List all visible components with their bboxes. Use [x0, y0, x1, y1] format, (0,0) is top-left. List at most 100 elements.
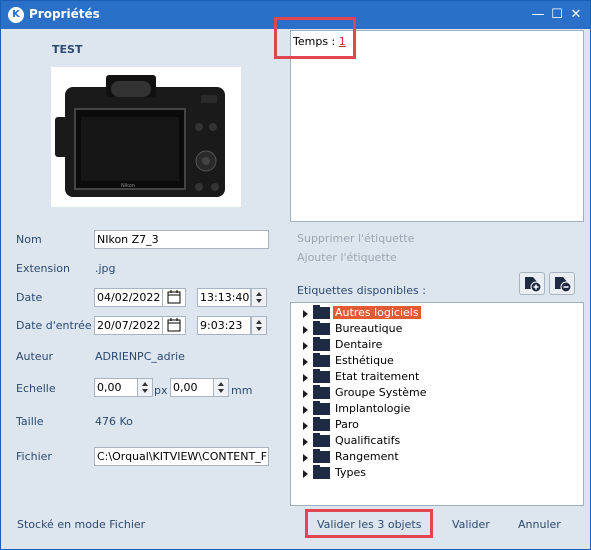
echelle-label: Echelle [16, 382, 56, 395]
expand-arrow-icon[interactable] [303, 374, 308, 382]
tree-item-label: Dentaire [335, 338, 383, 351]
tree-item[interactable]: Qualificatifs [291, 433, 581, 449]
tree-item[interactable]: Autres logiciels [291, 305, 581, 321]
tree-item[interactable]: Etat traitement [291, 369, 581, 385]
expand-arrow-icon[interactable] [303, 390, 308, 398]
footer-bar: Stocké en mode Fichier Valider les 3 obj… [6, 508, 585, 544]
folder-icon [313, 305, 330, 319]
folder-icon [313, 385, 330, 399]
auteur-value: ADRIENPC_adrie [95, 350, 185, 363]
maximize-icon[interactable]: ☐ [548, 6, 566, 24]
echelle-y-input[interactable]: 0,00 [170, 378, 214, 397]
date-entree-calendar-button[interactable] [162, 316, 186, 335]
echelle-y-spinner[interactable] [213, 378, 229, 397]
spin-up-icon [218, 382, 224, 386]
highlight-temps [274, 17, 356, 59]
echelle-y-unit: mm [231, 384, 253, 397]
tree-item-label: Etat traitement [335, 370, 420, 383]
add-tag-button[interactable] [519, 272, 545, 295]
spin-up-icon [142, 382, 148, 386]
spin-down-icon [218, 389, 224, 393]
folder-icon [313, 465, 330, 479]
tree-item[interactable]: Dentaire [291, 337, 581, 353]
tree-item-label: Rangement [335, 450, 399, 463]
expand-arrow-icon[interactable] [303, 326, 308, 334]
properties-window: K Propriétés — ☐ ✕ TEST Nikon Nom NIkon … [0, 0, 591, 550]
cancel-button[interactable]: Annuler [518, 518, 561, 531]
expand-arrow-icon[interactable] [303, 358, 308, 366]
tree-item[interactable]: Implantologie [291, 401, 581, 417]
nom-input[interactable]: NIkon Z7_3 [94, 230, 269, 249]
time-entree-input[interactable]: 9:03:23 [197, 316, 251, 335]
tree-item-label: Autres logiciels [333, 306, 421, 319]
remove-tag-button[interactable] [549, 272, 575, 295]
date-entree-input[interactable]: 20/07/2022 [94, 316, 164, 335]
tree-item[interactable]: Types [291, 465, 581, 481]
camera-image: Nikon [55, 75, 225, 197]
date-calendar-button[interactable] [162, 288, 186, 307]
expand-arrow-icon[interactable] [303, 406, 308, 414]
window-title: Propriétés [29, 7, 100, 21]
nom-label: Nom [16, 233, 42, 246]
date-input[interactable]: 04/02/2022 [94, 288, 164, 307]
camera-brand: Nikon [121, 183, 135, 189]
available-tags-label: Etiquettes disponibles : [297, 284, 426, 297]
spin-up-icon [256, 292, 262, 296]
close-icon[interactable]: ✕ [567, 6, 585, 24]
expand-arrow-icon[interactable] [303, 310, 308, 318]
echelle-x-input[interactable]: 0,00 [94, 378, 138, 397]
date-label: Date [16, 291, 43, 304]
folder-icon [313, 433, 330, 447]
tree-item[interactable]: Bureautique [291, 321, 581, 337]
add-tag-action[interactable]: Ajouter l'étiquette [297, 251, 397, 264]
remove-tag-action[interactable]: Supprimer l'étiquette [297, 232, 414, 245]
image-preview-panel: TEST Nikon [6, 30, 286, 222]
tree-item-label: Implantologie [335, 402, 411, 415]
fichier-input[interactable]: C:\Orqual\KITVIEW\CONTENT_FR [94, 447, 269, 466]
expand-arrow-icon[interactable] [303, 438, 308, 446]
time-input[interactable]: 13:13:40 [197, 288, 251, 307]
app-logo-icon: K [8, 7, 24, 23]
folder-icon [313, 337, 330, 351]
extension-value: .jpg [95, 262, 116, 275]
spin-down-icon [256, 299, 262, 303]
expand-arrow-icon[interactable] [303, 422, 308, 430]
tag-add-icon [525, 277, 542, 293]
spin-down-icon [142, 389, 148, 393]
spin-down-icon [256, 327, 262, 331]
tags-tree[interactable]: Autres logiciels Bureautique Dentaire Es… [290, 302, 584, 506]
tree-item[interactable]: Esthétique [291, 353, 581, 369]
time-entree-spinner[interactable] [251, 316, 267, 335]
minimize-icon[interactable]: — [529, 6, 547, 24]
folder-icon [313, 449, 330, 463]
tree-item[interactable]: Rangement [291, 449, 581, 465]
fichier-label: Fichier [16, 450, 52, 463]
spin-up-icon [256, 320, 262, 324]
image-title: TEST [52, 43, 83, 56]
tree-item[interactable]: Paro [291, 417, 581, 433]
time-spinner[interactable] [251, 288, 267, 307]
calendar-icon [167, 290, 181, 304]
tree-item-label: Bureautique [335, 322, 403, 335]
validate-button[interactable]: Valider [452, 518, 490, 531]
tree-item[interactable]: Groupe Système [291, 385, 581, 401]
tree-item-label: Qualificatifs [335, 434, 401, 447]
tree-item-label: Types [335, 466, 366, 479]
highlight-validate-all [305, 509, 433, 538]
tag-remove-icon [555, 277, 572, 293]
expand-arrow-icon[interactable] [303, 470, 308, 478]
expand-arrow-icon[interactable] [303, 342, 308, 350]
echelle-x-unit: px [154, 384, 168, 397]
properties-form: Nom NIkon Z7_3 Extension .jpg Date 04/02… [6, 224, 286, 506]
expand-arrow-icon[interactable] [303, 454, 308, 462]
auteur-label: Auteur [16, 350, 54, 363]
echelle-x-spinner[interactable] [137, 378, 153, 397]
date-entree-label: Date d'entrée [16, 319, 92, 332]
tree-item-label: Paro [335, 418, 359, 431]
image-thumbnail[interactable]: Nikon [51, 67, 241, 207]
folder-icon [313, 369, 330, 383]
taille-value: 476 Ko [95, 415, 133, 428]
storage-mode-text: Stocké en mode Fichier [17, 518, 146, 531]
extension-label: Extension [16, 262, 71, 275]
folder-icon [313, 401, 330, 415]
